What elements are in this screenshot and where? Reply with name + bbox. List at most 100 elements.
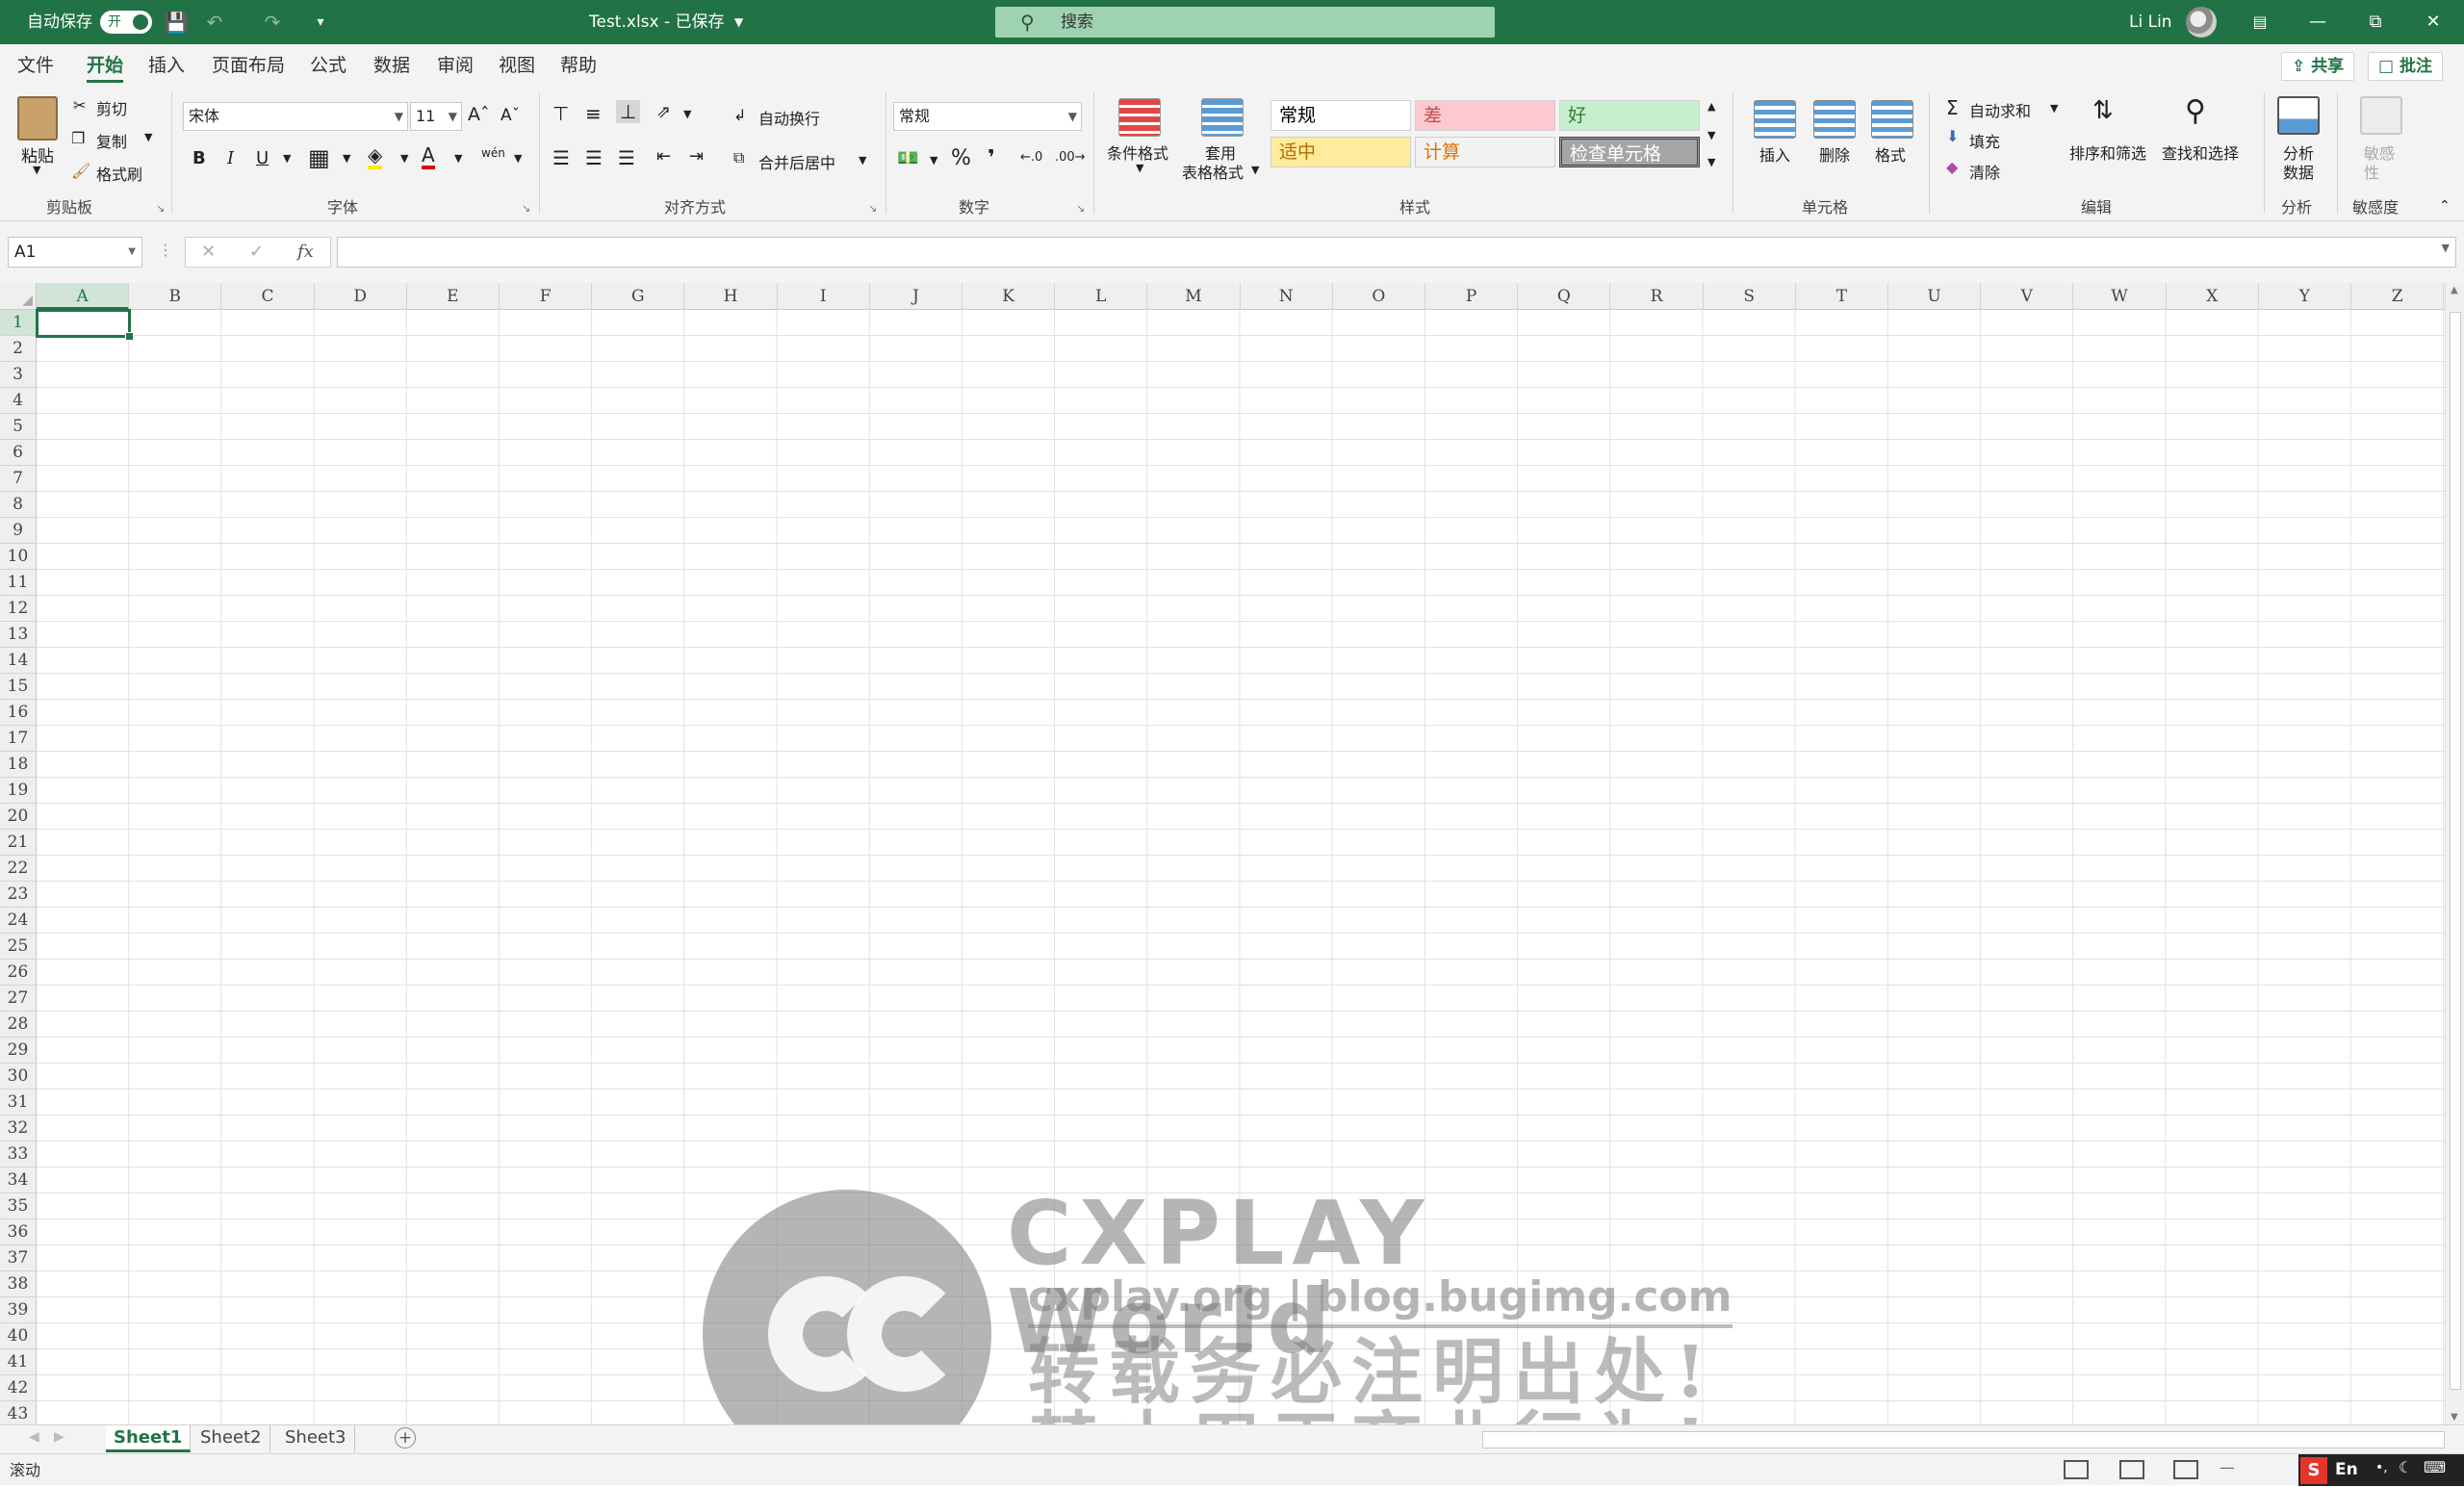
format-as-table-dropdown-icon[interactable]: ▼ — [1251, 164, 1259, 176]
active-cell-a1[interactable] — [36, 309, 134, 341]
sort-filter-icon[interactable]: ⇅ — [2092, 96, 2114, 125]
file-title[interactable]: Test.xlsx - 已保存 — [589, 0, 725, 44]
copy-dropdown-icon[interactable]: ▼ — [144, 131, 152, 143]
row-header[interactable]: 43 — [0, 1401, 37, 1424]
row-header[interactable]: 29 — [0, 1038, 37, 1064]
row-header[interactable]: 34 — [0, 1167, 37, 1193]
fill-icon[interactable]: ⬇ — [1946, 127, 1959, 145]
column-header[interactable]: V — [1981, 283, 2074, 310]
row-header[interactable]: 7 — [0, 466, 37, 492]
tab-insert[interactable]: 插入 — [148, 44, 185, 87]
name-box-dropdown-icon[interactable]: ▼ — [128, 238, 136, 267]
row-header[interactable]: 21 — [0, 830, 37, 856]
row-header[interactable]: 9 — [0, 518, 37, 544]
horizontal-scrollbar[interactable] — [1482, 1431, 2445, 1449]
ime-logo-icon[interactable]: S — [2300, 1457, 2327, 1484]
select-all-button[interactable]: ◢ — [0, 283, 37, 310]
autosave-toggle[interactable]: 开 — [100, 11, 152, 34]
row-header[interactable]: 1 — [0, 310, 37, 336]
row-header[interactable]: 20 — [0, 804, 37, 830]
column-header[interactable]: L — [1055, 283, 1148, 310]
comments-button[interactable]: □ 批注 — [2368, 52, 2443, 81]
alignment-launcher-icon[interactable]: ↘ — [868, 202, 877, 215]
fill-button[interactable]: 填充 — [1969, 129, 2000, 152]
tab-page-layout[interactable]: 页面布局 — [212, 44, 285, 87]
share-button[interactable]: ⇪ 共享 — [2281, 52, 2355, 81]
clear-button[interactable]: 清除 — [1969, 160, 2000, 183]
scroll-up-icon[interactable]: ▲ — [2451, 285, 2458, 295]
expand-formula-icon[interactable]: ▼ — [2442, 242, 2450, 254]
style-calculation[interactable]: 计算 — [1415, 137, 1555, 167]
decrease-decimal-icon[interactable]: .00→ — [1055, 150, 1086, 165]
save-icon[interactable]: 💾 — [164, 10, 189, 35]
autosum-icon[interactable]: Σ — [1946, 96, 1959, 119]
column-header[interactable]: P — [1425, 283, 1519, 310]
row-header[interactable]: 42 — [0, 1375, 37, 1401]
phonetic-dropdown-icon[interactable]: ▼ — [514, 152, 522, 165]
fill-color-dropdown-icon[interactable]: ▼ — [400, 152, 408, 165]
column-header[interactable]: F — [500, 283, 593, 310]
align-top-icon[interactable]: ⊤ — [552, 102, 569, 125]
gallery-down-icon[interactable]: ▼ — [1707, 129, 1715, 141]
format-painter-icon[interactable]: 🖌 — [71, 162, 90, 180]
font-color-icon[interactable]: A — [422, 144, 435, 169]
accounting-dropdown-icon[interactable]: ▼ — [930, 154, 937, 167]
column-header[interactable]: E — [407, 283, 500, 310]
increase-decimal-icon[interactable]: ←.0 — [1020, 150, 1042, 165]
insert-cells-button[interactable]: 插入 — [1759, 142, 1790, 166]
tab-data[interactable]: 数据 — [373, 44, 410, 87]
column-header[interactable]: Z — [2351, 283, 2445, 310]
borders-icon[interactable]: ▦ — [308, 144, 330, 171]
sort-filter-button[interactable]: 排序和筛选 — [2069, 141, 2146, 164]
underline-dropdown-icon[interactable]: ▼ — [283, 152, 291, 165]
align-right-icon[interactable]: ☰ — [618, 146, 635, 169]
merge-center-button[interactable]: 合并后居中 — [758, 150, 835, 173]
vertical-scrollbar[interactable]: ▲ ▼ — [2445, 283, 2464, 1424]
borders-dropdown-icon[interactable]: ▼ — [343, 152, 350, 165]
font-color-dropdown-icon[interactable]: ▼ — [454, 152, 462, 165]
tab-view[interactable]: 视图 — [499, 44, 535, 87]
row-header[interactable]: 23 — [0, 882, 37, 908]
italic-button[interactable]: I — [227, 148, 234, 168]
column-header[interactable]: A — [37, 283, 130, 310]
tab-formulas[interactable]: 公式 — [310, 44, 346, 87]
row-header[interactable]: 4 — [0, 388, 37, 414]
style-normal[interactable]: 常规 — [1270, 100, 1411, 131]
column-header[interactable]: O — [1333, 283, 1425, 310]
conditional-format-button[interactable]: 条件格式 — [1107, 141, 1168, 164]
row-header[interactable]: 41 — [0, 1349, 37, 1375]
row-header[interactable]: 2 — [0, 336, 37, 362]
copy-icon[interactable]: ❐ — [71, 129, 85, 147]
column-header[interactable]: U — [1888, 283, 1982, 310]
row-header[interactable]: 27 — [0, 986, 37, 1012]
clear-icon[interactable]: ◆ — [1946, 158, 1958, 176]
search-box[interactable]: ⚲ 搜索 — [995, 7, 1495, 38]
row-header[interactable]: 6 — [0, 440, 37, 466]
column-header[interactable]: M — [1147, 283, 1241, 310]
tab-help[interactable]: 帮助 — [560, 44, 597, 87]
row-header[interactable]: 15 — [0, 674, 37, 700]
column-header[interactable]: G — [592, 283, 685, 310]
minimize-icon[interactable]: — — [2289, 0, 2347, 44]
find-select-button[interactable]: 查找和选择 — [2162, 141, 2239, 164]
ime-language[interactable]: En — [2335, 1454, 2358, 1486]
underline-button[interactable]: U — [256, 148, 269, 168]
prev-sheet-icon[interactable]: ◀ — [29, 1429, 39, 1445]
row-header[interactable]: 31 — [0, 1090, 37, 1115]
conditional-format-icon[interactable] — [1118, 98, 1161, 137]
gallery-more-icon[interactable]: ▼ — [1707, 156, 1715, 168]
user-name[interactable]: Li Lin — [2129, 0, 2172, 44]
merge-center-icon[interactable]: ⧉ — [733, 148, 744, 167]
style-bad[interactable]: 差 — [1415, 100, 1555, 131]
row-header[interactable]: 12 — [0, 596, 37, 622]
column-header[interactable]: I — [778, 283, 870, 310]
merge-dropdown-icon[interactable]: ▼ — [859, 154, 866, 167]
format-cells-button[interactable]: 格式 — [1875, 142, 1906, 166]
style-neutral[interactable]: 适中 — [1270, 137, 1411, 167]
row-header[interactable]: 38 — [0, 1271, 37, 1297]
add-sheet-icon[interactable]: + — [395, 1427, 416, 1449]
row-header[interactable]: 8 — [0, 492, 37, 518]
insert-function-icon[interactable]: fx — [297, 242, 314, 262]
row-header[interactable]: 13 — [0, 622, 37, 648]
number-launcher-icon[interactable]: ↘ — [1076, 202, 1085, 215]
